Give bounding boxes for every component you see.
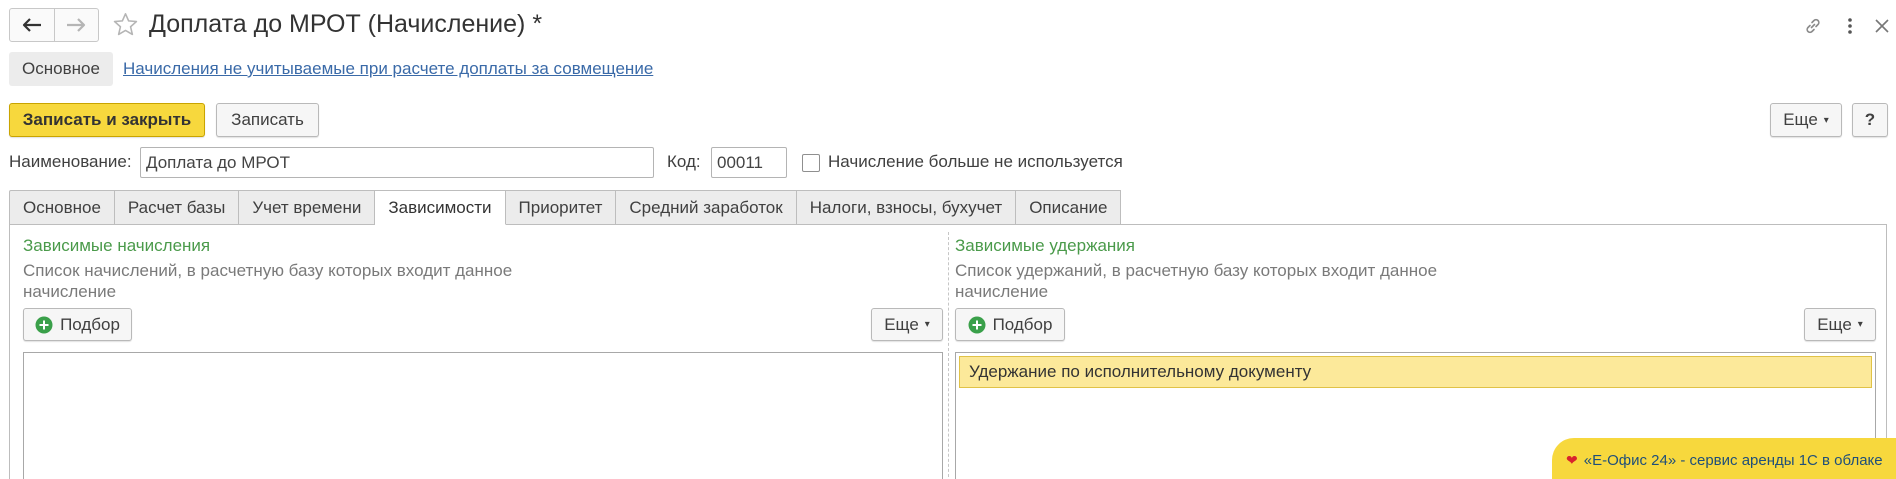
tab-taxes-contributions[interactable]: Налоги, взносы, бухучет [796, 190, 1017, 225]
more-button-label: Еще [884, 314, 919, 334]
forward-button[interactable] [53, 9, 99, 41]
pick-button-label: Подбор [992, 314, 1053, 334]
history-navigation [9, 8, 99, 42]
caret-down-icon: ▾ [1857, 319, 1863, 330]
save-button[interactable]: Записать [216, 103, 319, 137]
add-circle-icon [35, 316, 53, 333]
code-input[interactable]: 00011 [711, 147, 787, 178]
more-button-label: Еще [1783, 110, 1818, 129]
pick-button-label: Подбор [60, 314, 120, 334]
unused-checkbox[interactable] [802, 154, 820, 172]
table-row[interactable]: Удержание по исполнительному документу [959, 356, 1872, 388]
dependent-accruals-more-button[interactable]: Еще ▾ [871, 308, 943, 341]
caret-down-icon: ▾ [1823, 114, 1829, 126]
dependent-accruals-list[interactable] [23, 352, 943, 479]
section-link-excluded-accruals[interactable]: Начисления не учитываемые при расчете до… [123, 58, 653, 80]
more-button[interactable]: Еще ▾ [1770, 103, 1842, 137]
close-button[interactable] [1870, 14, 1894, 38]
dependent-deductions-description: Список удержаний, в расчетную базу котор… [955, 261, 1438, 301]
help-button[interactable]: ? [1852, 103, 1888, 137]
more-vertical-icon [1848, 18, 1852, 34]
tab-bar: Основное Расчет базы Учет времени Зависи… [9, 190, 1122, 225]
dependent-accruals-title: Зависимые начисления [23, 236, 211, 255]
back-button[interactable] [10, 9, 54, 41]
name-label: Наименование: [9, 152, 132, 171]
dependent-deductions-more-button[interactable]: Еще ▾ [1804, 308, 1876, 341]
unused-checkbox-label: Начисление больше не используется [828, 152, 1123, 171]
heart-icon: ❤ [1566, 452, 1578, 468]
dependent-deductions-title: Зависимые удержания [955, 236, 1136, 255]
page-title: Доплата до МРОТ (Начисление) * [149, 10, 543, 38]
add-circle-icon [968, 316, 986, 333]
save-and-close-button[interactable]: Записать и закрыть [9, 103, 205, 137]
dependent-deductions-pick-button[interactable]: Подбор [955, 308, 1065, 341]
more-actions-button[interactable] [1838, 14, 1862, 38]
dependent-accruals-pick-button[interactable]: Подбор [23, 308, 132, 341]
code-label: Код: [667, 152, 701, 171]
link-icon [1806, 18, 1820, 34]
star-icon[interactable] [112, 11, 139, 38]
close-icon [1875, 19, 1889, 33]
tab-base-calculation[interactable]: Расчет базы [114, 190, 240, 225]
section-main[interactable]: Основное [9, 52, 113, 86]
more-button-label: Еще [1817, 314, 1852, 334]
link-button[interactable] [1801, 14, 1825, 38]
tab-average-earnings[interactable]: Средний заработок [616, 190, 797, 225]
arrow-left-icon [22, 18, 41, 32]
caret-down-icon: ▾ [924, 319, 930, 330]
tab-main[interactable]: Основное [9, 190, 115, 225]
name-input[interactable]: Доплата до МРОТ [140, 147, 654, 178]
tab-description[interactable]: Описание [1016, 190, 1122, 225]
tab-dependencies[interactable]: Зависимости [375, 190, 506, 225]
tab-priority[interactable]: Приоритет [505, 190, 617, 225]
promo-text: «Е-Офис 24» - сервис аренды 1С в облаке [1583, 452, 1883, 469]
panel-splitter[interactable] [948, 232, 949, 479]
dependent-accruals-description: Список начислений, в расчетную базу кото… [23, 261, 513, 301]
promo-banner[interactable]: ❤ «Е-Офис 24» - сервис аренды 1С в облак… [1552, 438, 1896, 479]
tab-time-tracking[interactable]: Учет времени [239, 190, 376, 225]
arrow-right-icon [67, 18, 86, 32]
